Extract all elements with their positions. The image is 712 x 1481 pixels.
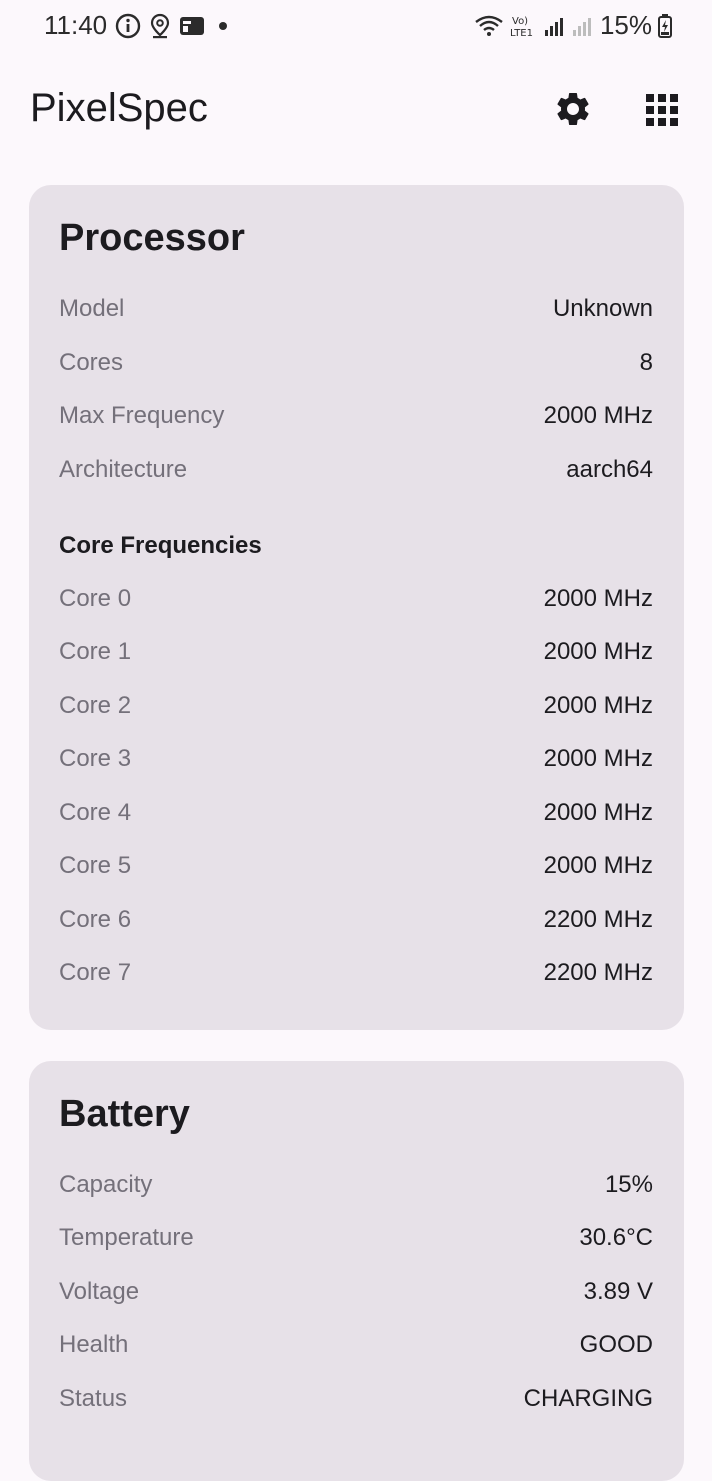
row-label: Cores — [59, 349, 124, 376]
core-row-5: Core 5 2000 MHz — [59, 848, 653, 884]
row-label: Temperature — [59, 1224, 194, 1251]
row-label: Core 1 — [59, 638, 132, 665]
core-row-0: Core 0 2000 MHz — [59, 581, 653, 617]
core-row-2: Core 2 2000 MHz — [59, 688, 653, 724]
svg-text:LTE1: LTE1 — [510, 28, 533, 39]
row-value: 2000 MHz — [543, 402, 653, 429]
status-left: 11:40 — [44, 10, 228, 41]
row-value: 8 — [639, 349, 653, 376]
row-label: Model — [59, 295, 125, 322]
row-label: Core 7 — [59, 959, 132, 986]
row-value: 2000 MHz — [543, 745, 653, 772]
row-label: Max Frequency — [59, 402, 225, 429]
row-label: Status — [59, 1385, 128, 1412]
core-frequencies-heading: Core Frequencies — [59, 532, 262, 559]
volte-icon: Vo) LTE1 — [510, 13, 538, 39]
core-row-3: Core 3 2000 MHz — [59, 741, 653, 777]
gear-icon — [553, 89, 593, 134]
row-value: 2000 MHz — [543, 852, 653, 879]
info-row-health: Health GOOD — [59, 1327, 653, 1363]
row-value: CHARGING — [523, 1385, 653, 1412]
row-value: 30.6°C — [579, 1224, 653, 1251]
notification-card-icon — [179, 15, 205, 37]
row-value: Unknown — [552, 295, 653, 322]
row-label: Core 2 — [59, 692, 132, 719]
apps-grid-button[interactable] — [640, 90, 684, 134]
row-value: 3.89 V — [583, 1278, 653, 1305]
row-value: 2200 MHz — [543, 959, 653, 986]
row-label: Core 4 — [59, 799, 132, 826]
row-value: 15% — [604, 1171, 653, 1198]
battery-title: Battery — [59, 1093, 190, 1135]
signal-strength-1-icon — [544, 15, 566, 37]
row-value: 2000 MHz — [543, 638, 653, 665]
row-value: 2000 MHz — [543, 692, 653, 719]
info-icon — [115, 13, 141, 39]
info-row-status: Status CHARGING — [59, 1381, 653, 1417]
battery-charging-icon — [658, 13, 672, 38]
core-row-6: Core 6 2200 MHz — [59, 902, 653, 938]
info-row-architecture: Architecture aarch64 — [59, 452, 653, 488]
status-bar: 11:40 Vo) LTE1 15% — [0, 0, 712, 56]
battery-percent: 15% — [599, 10, 652, 40]
info-row-max-frequency: Max Frequency 2000 MHz — [59, 398, 653, 434]
grid-icon — [645, 93, 679, 132]
row-label: Health — [59, 1331, 129, 1358]
core-row-1: Core 1 2000 MHz — [59, 634, 653, 670]
row-label: Core 5 — [59, 852, 132, 879]
row-label: Architecture — [59, 456, 188, 483]
svg-text:Vo): Vo) — [512, 16, 528, 27]
row-value: aarch64 — [566, 456, 653, 483]
info-row-voltage: Voltage 3.89 V — [59, 1274, 653, 1310]
row-label: Core 3 — [59, 745, 132, 772]
status-time: 11:40 — [44, 10, 108, 40]
location-icon — [149, 13, 171, 39]
settings-button[interactable] — [550, 88, 596, 134]
row-value: 2000 MHz — [543, 799, 653, 826]
wifi-icon — [474, 14, 504, 38]
app-bar: PixelSpec — [0, 70, 712, 150]
row-label: Core 0 — [59, 585, 132, 612]
row-value: 2000 MHz — [543, 585, 653, 612]
app-title: PixelSpec — [30, 86, 208, 130]
row-value: GOOD — [579, 1331, 653, 1358]
row-label: Core 6 — [59, 906, 132, 933]
row-value: 2200 MHz — [543, 906, 653, 933]
signal-strength-2-icon — [572, 15, 594, 37]
processor-title: Processor — [59, 217, 245, 259]
info-row-model: Model Unknown — [59, 291, 653, 327]
core-row-7: Core 7 2200 MHz — [59, 955, 653, 991]
status-right: Vo) LTE1 15% — [474, 10, 672, 41]
row-label: Capacity — [59, 1171, 153, 1198]
processor-card: Processor Model Unknown Cores 8 Max Freq… — [29, 185, 684, 1030]
info-row-temperature: Temperature 30.6°C — [59, 1220, 653, 1256]
more-notifications-dot-icon — [219, 21, 228, 30]
info-row-capacity: Capacity 15% — [59, 1167, 653, 1203]
core-row-4: Core 4 2000 MHz — [59, 795, 653, 831]
info-row-cores: Cores 8 — [59, 345, 653, 381]
battery-card: Battery Capacity 15% Temperature 30.6°C … — [29, 1061, 684, 1481]
row-label: Voltage — [59, 1278, 140, 1305]
